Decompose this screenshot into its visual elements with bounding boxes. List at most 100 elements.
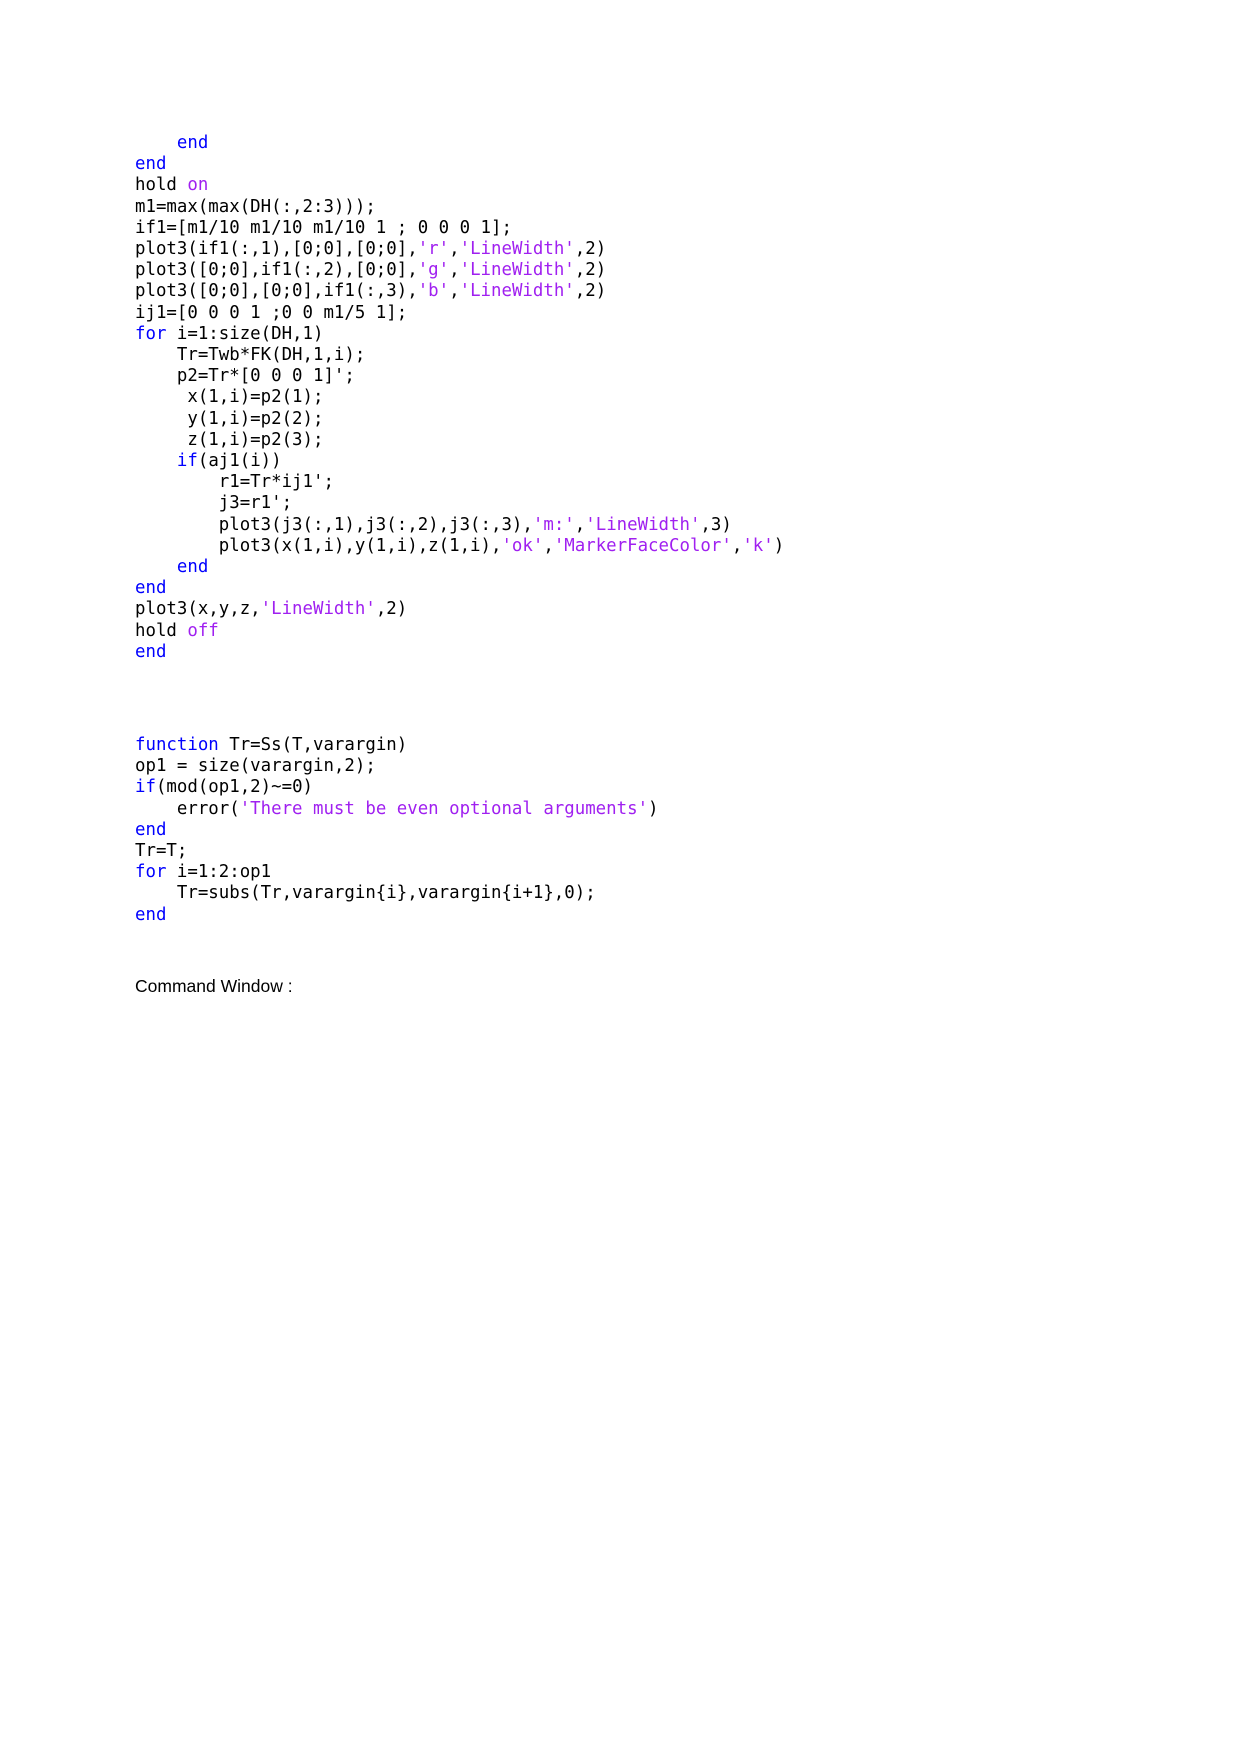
code-token-txt: plot3(x(1,i),y(1,i),z(1,i), xyxy=(135,535,502,556)
code-token-kw: end xyxy=(135,578,167,599)
code-token-txt: j3=r1'; xyxy=(135,493,293,514)
code-line: Tr=subs(Tr,varargin{i},varargin{i+1},0); xyxy=(135,883,659,904)
code-token-txt: ij1=[0 0 0 1 ;0 0 m1/5 1]; xyxy=(135,302,408,323)
code-token-str: 'r' xyxy=(417,239,450,260)
code-line: r1=Tr*ij1'; xyxy=(135,472,784,493)
code-token-txt: plot3([0;0],if1(:,2),[0;0], xyxy=(135,260,418,281)
code-line: x(1,i)=p2(1); xyxy=(135,387,784,408)
code-token-txt: hold xyxy=(135,175,188,196)
code-token-txt: ) xyxy=(773,535,785,556)
code-token-txt: if1=[m1/10 m1/10 m1/10 1 ; 0 0 0 1]; xyxy=(135,217,512,238)
code-line: end xyxy=(135,578,784,599)
code-token-kw: end xyxy=(135,819,167,840)
code-token-txt: ,2) xyxy=(574,239,607,260)
code-line: plot3([0;0],[0;0],if1(:,3),'b','LineWidt… xyxy=(135,281,784,302)
code-line: plot3(j3(:,1),j3(:,2),j3(:,3),'m:','Line… xyxy=(135,515,784,536)
code-token-txt: r1=Tr*ij1'; xyxy=(135,472,334,493)
code-token-txt: i=1:2:op1 xyxy=(166,862,272,883)
code-line: plot3([0;0],if1(:,2),[0;0],'g','LineWidt… xyxy=(135,260,784,281)
code-token-kw: if xyxy=(135,777,156,798)
code-token-txt: Tr=Ss(T,varargin) xyxy=(218,735,408,755)
code-token-str: 'There must be even optional arguments' xyxy=(239,798,649,819)
code-line: p2=Tr*[0 0 0 1]'; xyxy=(135,366,784,387)
code-line: if(mod(op1,2)~=0) xyxy=(135,777,659,798)
code-line: op1 = size(varargin,2); xyxy=(135,756,659,777)
code-token-str: on xyxy=(187,175,209,196)
code-token-txt: ,3) xyxy=(700,514,732,535)
code-line: plot3(x,y,z,'LineWidth',2) xyxy=(135,599,784,620)
code-token-txt: m1=max(max(DH(:,2:3))); xyxy=(135,196,376,217)
code-token-kw: for xyxy=(135,323,167,344)
code-token-str: 'LineWidth' xyxy=(260,599,376,620)
code-token-kw: end xyxy=(135,904,167,925)
code-token-txt: Tr=subs(Tr,varargin{i},varargin{i+1},0); xyxy=(135,883,596,904)
code-token-txt: plot3([0;0],[0;0],if1(:,3), xyxy=(135,281,418,302)
code-line: hold off xyxy=(135,621,784,642)
code-token-txt: Tr=T; xyxy=(135,841,188,862)
code-line: end xyxy=(135,557,784,578)
code-line: m1=max(max(DH(:,2:3))); xyxy=(135,197,784,218)
code-token-txt: , xyxy=(574,514,586,535)
code-token-str: 'LineWidth' xyxy=(459,281,575,302)
code-token-txt: i=1:size(DH,1) xyxy=(166,323,324,344)
code-token-kw: end xyxy=(135,641,167,662)
code-token-kw: for xyxy=(135,862,167,883)
code-line: if(aj1(i)) xyxy=(135,451,784,472)
code-line: function Tr=Ss(T,varargin) xyxy=(135,735,659,756)
code-listing-helper: function Tr=Ss(T,varargin) op1 = size(var… xyxy=(135,735,659,926)
code-line: end xyxy=(135,642,784,663)
code-token-str: 'LineWidth' xyxy=(585,514,701,535)
code-line: end xyxy=(135,154,784,175)
command-window-heading: Command Window : xyxy=(135,976,293,996)
code-line: for i=1:2:op1 xyxy=(135,862,659,883)
code-token-txt: , xyxy=(449,260,460,281)
code-token-txt: , xyxy=(731,535,743,556)
code-line: Tr=T; xyxy=(135,841,659,862)
code-token-txt: plot3(x,y,z, xyxy=(135,599,261,620)
code-token-kw: function xyxy=(135,735,219,755)
code-token-str: 'b' xyxy=(417,281,450,302)
code-token-str: off xyxy=(187,620,219,641)
code-token-kw: end xyxy=(176,133,209,153)
code-line: y(1,i)=p2(2); xyxy=(135,409,784,430)
code-line: end xyxy=(135,133,784,154)
code-token-str: 'ok' xyxy=(501,535,544,556)
code-token-str: 'g' xyxy=(417,260,450,281)
code-line: end xyxy=(135,905,659,926)
document-page: end end hold on m1=max(max(DH(:,2:3))); if1=… xyxy=(0,0,1241,1754)
code-token-txt: plot3(if1(:,1),[0;0],[0;0], xyxy=(135,239,418,260)
code-token-str: 'm:' xyxy=(532,514,575,535)
code-token-txt: error( xyxy=(135,798,240,819)
code-token-txt: z(1,i)=p2(3); xyxy=(135,429,324,450)
code-token-txt: ) xyxy=(648,798,659,819)
code-token-txt: , xyxy=(449,281,460,302)
code-token-txt: , xyxy=(543,535,554,556)
code-line: z(1,i)=p2(3); xyxy=(135,430,784,451)
code-token-txt: (aj1(i)) xyxy=(197,451,282,472)
code-token-txt: ,2) xyxy=(574,281,607,302)
code-line: ij1=[0 0 0 1 ;0 0 m1/5 1]; xyxy=(135,303,784,324)
code-line: hold on xyxy=(135,175,784,196)
code-token-txt: ,2) xyxy=(375,599,408,620)
code-token-txt: p2=Tr*[0 0 0 1]'; xyxy=(135,366,355,387)
code-token-str: 'k' xyxy=(742,535,774,556)
code-line: plot3(x(1,i),y(1,i),z(1,i),'ok','MarkerF… xyxy=(135,536,784,557)
code-listing-main: end end hold on m1=max(max(DH(:,2:3))); if1=… xyxy=(135,133,784,663)
code-token-txt: Tr=Twb*FK(DH,1,i); xyxy=(135,345,366,366)
code-line: j3=r1'; xyxy=(135,493,784,514)
code-line: if1=[m1/10 m1/10 m1/10 1 ; 0 0 0 1]; xyxy=(135,218,784,239)
code-token-txt: ,2) xyxy=(574,260,607,281)
code-token-txt: (mod(op1,2)~=0) xyxy=(155,777,314,798)
code-token-str: 'LineWidth' xyxy=(459,239,575,260)
code-token-txt: x(1,i)=p2(1); xyxy=(135,387,324,408)
code-line: Tr=Twb*FK(DH,1,i); xyxy=(135,345,784,366)
code-token-txt: y(1,i)=p2(2); xyxy=(135,408,324,429)
code-token-kw: end xyxy=(176,557,209,578)
code-line: end xyxy=(135,820,659,841)
code-token-txt: hold xyxy=(135,620,188,641)
code-token-txt: op1 = size(varargin,2); xyxy=(135,756,376,777)
code-line: for i=1:size(DH,1) xyxy=(135,324,784,345)
code-token-kw: if xyxy=(176,451,198,472)
code-line: error('There must be even optional argum… xyxy=(135,799,659,820)
